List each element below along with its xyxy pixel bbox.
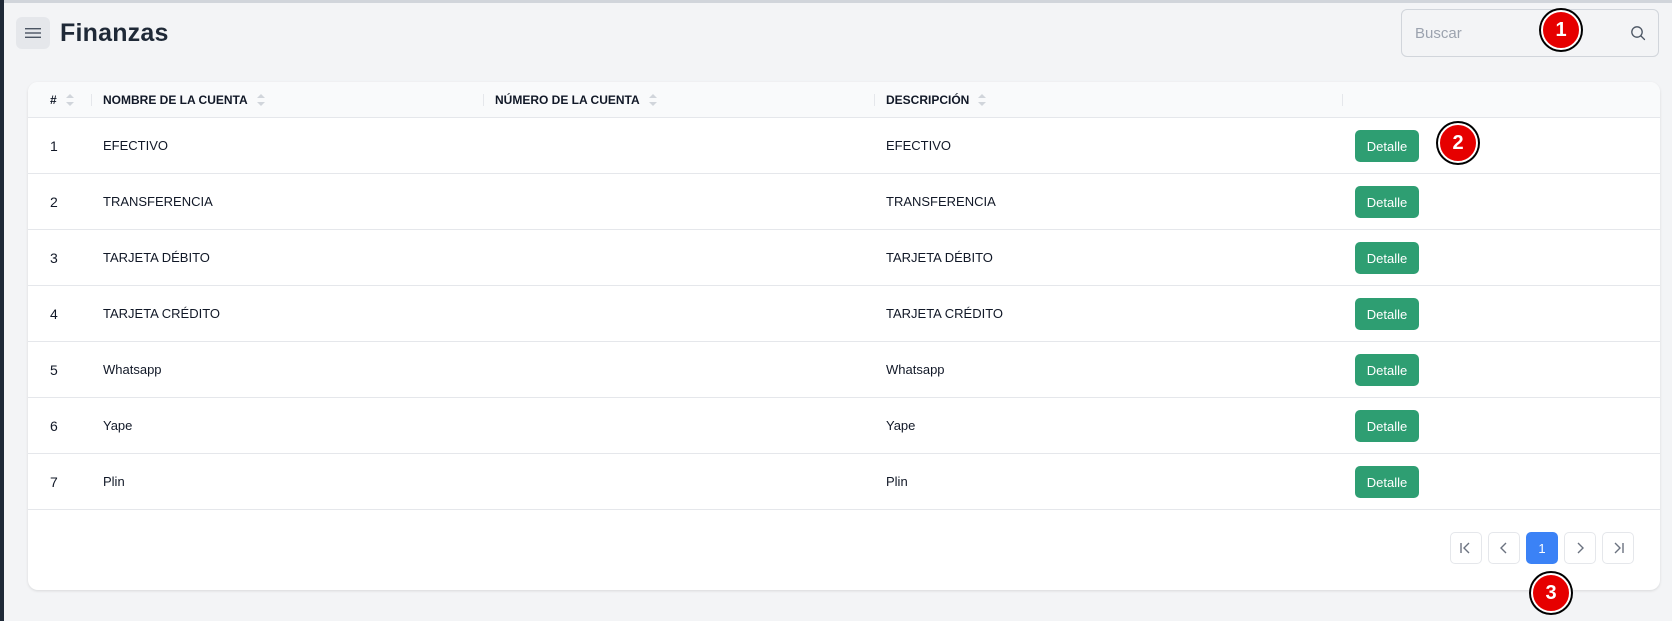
detail-button[interactable]: Detalle — [1355, 298, 1419, 330]
detail-button[interactable]: Detalle — [1355, 410, 1419, 442]
column-header-description[interactable]: DESCRIPCIÓN — [886, 82, 987, 118]
window-left-edge — [0, 0, 4, 621]
account-name: Yape — [103, 418, 133, 433]
row-index: 6 — [50, 417, 58, 434]
detail-button[interactable]: Detalle — [1355, 354, 1419, 386]
page-button-current[interactable]: 1 — [1526, 532, 1558, 564]
search-icon[interactable] — [1630, 25, 1646, 41]
account-name: TARJETA CRÉDITO — [103, 306, 221, 321]
account-description: Whatsapp — [886, 362, 945, 377]
last-page-button[interactable] — [1602, 532, 1634, 564]
account-name: Plin — [103, 474, 125, 489]
table-row: 2 TRANSFERENCIA TRANSFERENCIA Detalle — [28, 174, 1660, 230]
table-row: 6 Yape Yape Detalle — [28, 398, 1660, 454]
detail-button[interactable]: Detalle — [1355, 242, 1419, 274]
row-index: 1 — [50, 137, 58, 154]
account-description: TARJETA DÉBITO — [886, 250, 993, 265]
sort-icon[interactable] — [977, 93, 987, 107]
table-row: 5 Whatsapp Whatsapp Detalle — [28, 342, 1660, 398]
column-divider — [91, 94, 92, 106]
account-name: TARJETA DÉBITO — [103, 250, 210, 265]
first-page-button[interactable] — [1450, 532, 1482, 564]
sort-icon[interactable] — [648, 93, 658, 107]
chevron-left-icon — [1500, 542, 1507, 554]
table-row: 3 TARJETA DÉBITO TARJETA DÉBITO Detalle — [28, 230, 1660, 286]
table-row: 1 EFECTIVO EFECTIVO Detalle — [28, 118, 1660, 174]
account-name: TRANSFERENCIA — [103, 194, 213, 209]
menu-button[interactable] — [16, 17, 50, 49]
detail-button[interactable]: Detalle — [1355, 186, 1419, 218]
row-index: 2 — [50, 193, 58, 210]
column-header-label: DESCRIPCIÓN — [886, 93, 970, 107]
account-name: Whatsapp — [103, 362, 162, 377]
column-header-index[interactable]: # — [50, 82, 75, 118]
annotation-marker: 3 — [1531, 573, 1571, 613]
table-row: 7 Plin Plin Detalle — [28, 454, 1660, 510]
page-title: Finanzas — [60, 18, 169, 47]
table-header: # NOMBRE DE LA CUENTA NÚMERO DE LA CUENT… — [28, 82, 1660, 118]
hamburger-icon — [25, 28, 41, 38]
sort-icon[interactable] — [256, 93, 266, 107]
column-header-label: NÚMERO DE LA CUENTA — [495, 93, 640, 107]
chevron-right-icon — [1577, 542, 1584, 554]
window-top-edge — [4, 0, 1672, 3]
table-body: 1 EFECTIVO EFECTIVO Detalle 2 TRANSFEREN… — [28, 118, 1660, 510]
previous-page-button[interactable] — [1488, 532, 1520, 564]
column-divider — [874, 94, 875, 106]
annotation-marker: 1 — [1541, 10, 1581, 50]
account-name: EFECTIVO — [103, 138, 169, 153]
row-index: 4 — [50, 305, 58, 322]
detail-button[interactable]: Detalle — [1355, 130, 1419, 162]
accounts-table-card: # NOMBRE DE LA CUENTA NÚMERO DE LA CUENT… — [28, 82, 1660, 590]
account-description: EFECTIVO — [886, 138, 952, 153]
row-index: 5 — [50, 361, 58, 378]
search-input[interactable] — [1415, 24, 1630, 42]
last-page-icon — [1614, 542, 1624, 554]
account-description: Yape — [886, 418, 916, 433]
annotation-marker: 2 — [1438, 123, 1478, 163]
first-page-icon — [1460, 542, 1470, 554]
column-divider — [1342, 94, 1343, 106]
next-page-button[interactable] — [1564, 532, 1596, 564]
page-header: Finanzas — [16, 17, 169, 49]
column-header-account-name[interactable]: NOMBRE DE LA CUENTA — [103, 82, 266, 118]
account-description: TARJETA CRÉDITO — [886, 306, 1004, 321]
account-description: Plin — [886, 474, 908, 489]
column-header-account-number[interactable]: NÚMERO DE LA CUENTA — [495, 82, 658, 118]
account-description: TRANSFERENCIA — [886, 194, 996, 209]
row-index: 3 — [50, 249, 58, 266]
column-header-label: NOMBRE DE LA CUENTA — [103, 93, 248, 107]
table-row: 4 TARJETA CRÉDITO TARJETA CRÉDITO Detall… — [28, 286, 1660, 342]
column-header-label: # — [50, 93, 57, 107]
column-divider — [483, 94, 484, 106]
detail-button[interactable]: Detalle — [1355, 466, 1419, 498]
sort-icon[interactable] — [65, 93, 75, 107]
search-box[interactable] — [1401, 9, 1659, 57]
row-index: 7 — [50, 473, 58, 490]
